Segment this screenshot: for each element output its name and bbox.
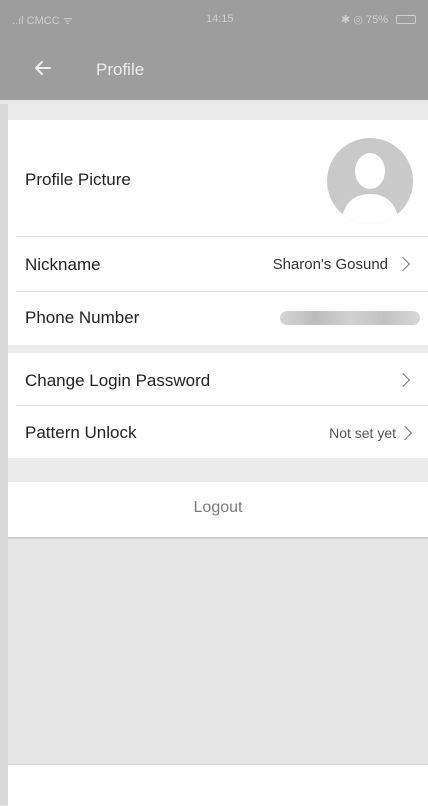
page-title: Profile [96, 60, 145, 79]
left-edge [0, 104, 8, 805]
logout-button[interactable]: Logout [8, 482, 428, 537]
chevron-right-icon [395, 256, 411, 272]
profile-section: Profile Picture Nickname Sharon's Gosund… [8, 120, 428, 345]
divider [16, 291, 428, 292]
nickname-row[interactable]: Nickname Sharon's Gosund [8, 237, 428, 291]
arrow-left-icon [35, 61, 51, 75]
logout-label: Logout [193, 499, 243, 516]
phone-number-row: Phone Number [8, 292, 428, 345]
status-icons: ✱ ◎ 75% [341, 14, 388, 26]
back-button[interactable] [28, 53, 58, 83]
profile-picture-row[interactable]: Profile Picture [8, 120, 428, 236]
nickname-label: Nickname [25, 255, 101, 274]
phone-number-value-redacted [280, 311, 420, 325]
pattern-unlock-value: Not set yet [329, 425, 396, 441]
carrier-signal: ..ıl CMCC ᯤ [12, 15, 73, 27]
battery-icon [396, 15, 416, 24]
pattern-unlock-row[interactable]: Pattern Unlock Not set yet [8, 406, 428, 458]
divider [16, 405, 428, 406]
divider [8, 537, 428, 539]
phone-number-label: Phone Number [25, 308, 140, 327]
section-gap [8, 345, 428, 353]
status-time: 14:15 [206, 13, 234, 25]
section-gap [8, 104, 428, 120]
bottom-bar [8, 764, 428, 806]
app-bar: Profile [0, 40, 428, 100]
user-silhouette-icon [341, 153, 399, 224]
nickname-value: Sharon's Gosund [272, 256, 388, 273]
divider [16, 236, 428, 237]
avatar[interactable] [327, 138, 413, 224]
chevron-right-icon [395, 372, 411, 388]
chevron-right-icon [397, 425, 413, 441]
profile-picture-label: Profile Picture [25, 170, 131, 189]
pattern-unlock-label: Pattern Unlock [25, 423, 137, 442]
change-password-label: Change Login Password [25, 371, 211, 390]
status-bar: ..ıl CMCC ᯤ 14:15 ✱ ◎ 75% [0, 0, 428, 40]
section-gap [8, 458, 428, 482]
change-password-row[interactable]: Change Login Password [8, 353, 428, 405]
